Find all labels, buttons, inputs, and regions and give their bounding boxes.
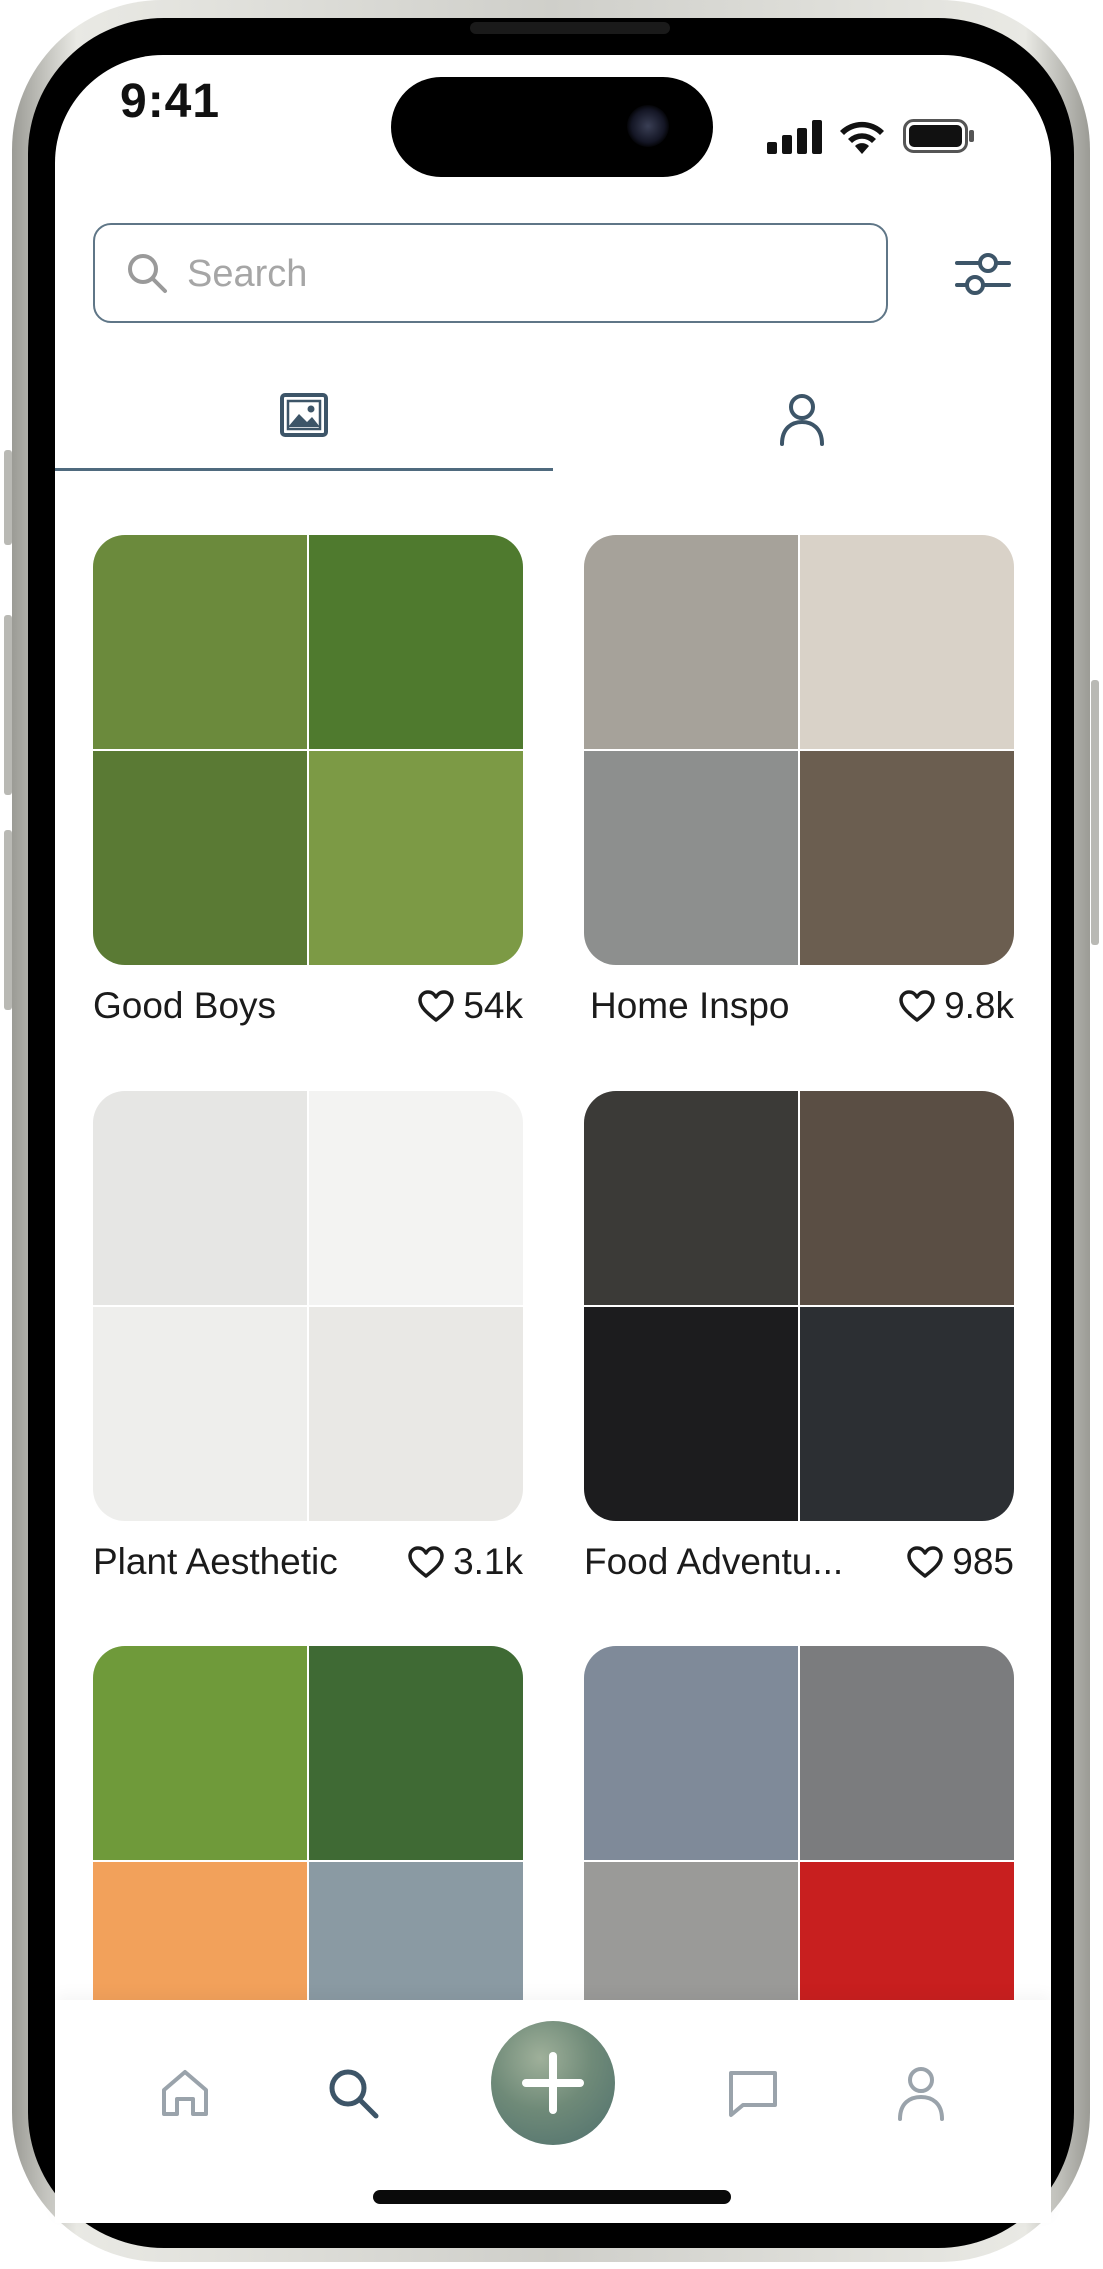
thumbnail-tile — [93, 751, 307, 965]
top-speaker — [470, 22, 670, 34]
cellular-signal-icon — [767, 120, 822, 154]
heart-icon — [899, 990, 935, 1022]
thumbnail-tile — [584, 535, 798, 749]
collection-thumbnail — [93, 535, 523, 965]
image-icon — [280, 393, 328, 437]
heart-icon — [408, 1546, 444, 1578]
filter-button[interactable] — [955, 248, 1011, 300]
home-indicator — [373, 2190, 731, 2204]
collection-title: Good Boys — [93, 985, 277, 1026]
heart-icon — [418, 990, 455, 1022]
power-button — [1091, 680, 1099, 945]
thumbnail-tile — [584, 751, 798, 965]
search-bar[interactable] — [93, 223, 888, 323]
create-button[interactable] — [491, 2021, 615, 2145]
like-count-value: 3.1k — [453, 1541, 523, 1582]
volume-up-button — [4, 615, 12, 795]
thumbnail-tile — [309, 1091, 523, 1305]
search-input[interactable] — [185, 243, 839, 305]
search-icon — [329, 2069, 379, 2119]
thumbnail-tile — [93, 1091, 307, 1305]
thumbnail-tile — [800, 1091, 1014, 1305]
home-icon — [162, 2070, 208, 2116]
thumbnail-tile — [93, 1646, 307, 1860]
nav-home[interactable] — [150, 2058, 220, 2128]
like-count[interactable]: 9.8k — [898, 985, 1014, 1027]
tab-people[interactable] — [553, 380, 1051, 472]
search-icon — [128, 254, 167, 293]
collection-title: Plant Aesthetic — [93, 1541, 338, 1582]
mute-switch — [4, 450, 12, 545]
thumbnail-tile — [584, 1091, 798, 1305]
heart-icon — [907, 1546, 944, 1578]
collection-title: Food Adventu... — [584, 1541, 844, 1582]
thumbnail-tile — [93, 1307, 307, 1521]
battery-icon — [903, 119, 974, 153]
thumbnail-tile — [309, 1646, 523, 1860]
sliders-icon — [955, 253, 1011, 295]
collection-title: Home Inspo — [590, 985, 790, 1026]
collection-thumbnail — [93, 1091, 523, 1521]
thumbnail-tile — [309, 1307, 523, 1521]
active-tab-indicator — [55, 468, 553, 471]
nav-search[interactable] — [318, 2058, 388, 2128]
collection-thumbnail — [584, 1091, 1014, 1521]
thumbnail-tile — [309, 751, 523, 965]
status-time: 9:41 — [120, 75, 221, 128]
thumbnail-tile — [800, 1646, 1014, 1860]
volume-down-button — [4, 830, 12, 1010]
front-camera-icon — [627, 105, 669, 147]
like-count[interactable]: 3.1k — [407, 1541, 523, 1583]
thumbnail-tile — [309, 535, 523, 749]
like-count[interactable]: 54k — [417, 985, 523, 1027]
like-count[interactable]: 985 — [906, 1541, 1014, 1583]
profile-icon — [898, 2067, 944, 2121]
thumbnail-tile — [800, 535, 1014, 749]
wifi-icon — [840, 121, 884, 154]
like-count-value: 985 — [952, 1541, 1014, 1582]
plus-icon — [522, 2052, 584, 2114]
like-count-value: 9.8k — [944, 985, 1014, 1026]
nav-messages[interactable] — [718, 2058, 788, 2128]
thumbnail-tile — [800, 751, 1014, 965]
like-count-value: 54k — [463, 985, 523, 1026]
dynamic-island — [391, 77, 713, 177]
tab-collections[interactable] — [55, 380, 553, 472]
thumbnail-tile — [800, 1307, 1014, 1521]
person-icon — [780, 394, 824, 446]
chat-icon — [729, 2071, 777, 2117]
thumbnail-tile — [584, 1307, 798, 1521]
thumbnail-tile — [584, 1646, 798, 1860]
thumbnail-tile — [93, 535, 307, 749]
nav-profile[interactable] — [886, 2058, 956, 2128]
collection-thumbnail — [584, 535, 1014, 965]
